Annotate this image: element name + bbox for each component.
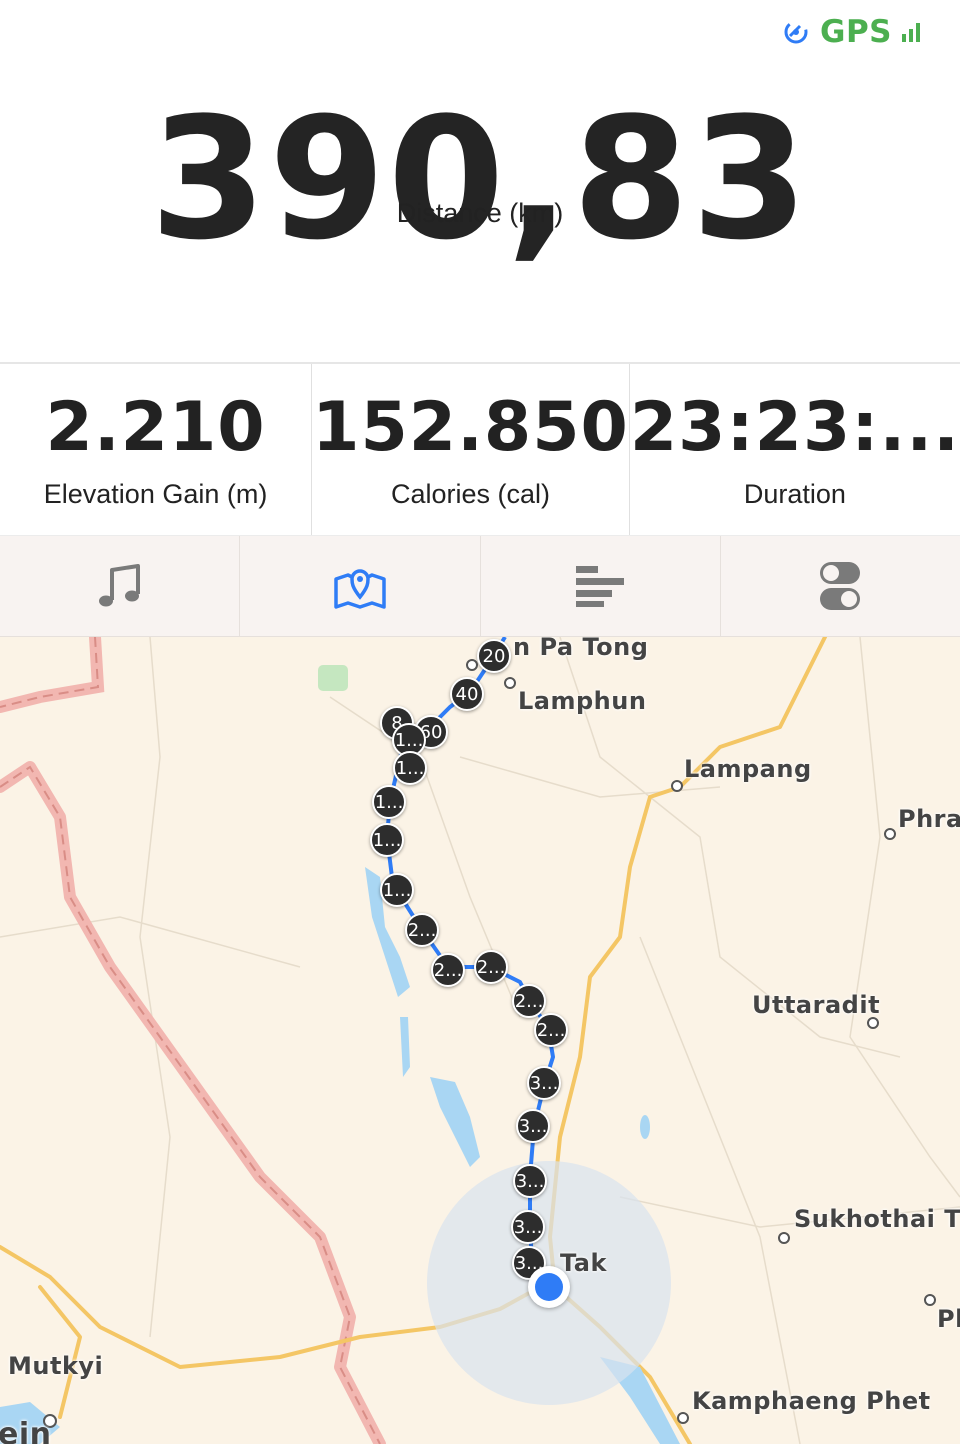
place-label: Tak: [560, 1249, 607, 1277]
tab-map[interactable]: [240, 536, 481, 636]
signal-bars-icon: [902, 22, 920, 42]
km-marker[interactable]: 2...: [474, 950, 508, 984]
map-pin-icon: [334, 569, 386, 609]
km-marker[interactable]: 1...: [380, 873, 414, 907]
stat-value: 23:23:...: [629, 388, 960, 467]
view-tabs: [0, 535, 960, 637]
toggles-icon: [820, 562, 861, 610]
km-marker[interactable]: 2...: [512, 984, 546, 1018]
place-label: Mutkyi: [8, 1352, 104, 1380]
km-marker[interactable]: 2...: [405, 913, 439, 947]
km-marker[interactable]: 40: [450, 677, 484, 711]
tab-settings[interactable]: [721, 536, 960, 636]
place-label: Kamphaeng Phet: [692, 1387, 931, 1415]
distance-label: Distance (km): [396, 198, 564, 228]
stat-duration: 23:23:... Duration: [630, 364, 960, 535]
satellite-icon: [784, 20, 808, 44]
place-label: Lamphun: [518, 687, 647, 715]
distance-block: 390,83: [0, 95, 960, 263]
km-marker[interactable]: 2...: [431, 953, 465, 987]
stats-row: 2.210 Elevation Gain (m) 152.850 Calorie…: [0, 362, 960, 535]
km-marker[interactable]: 3...: [513, 1164, 547, 1198]
map-base: [0, 637, 960, 1444]
gps-label: GPS: [820, 14, 892, 50]
stat-label: Calories (cal): [390, 479, 551, 509]
km-marker[interactable]: 20: [477, 639, 511, 673]
place-label: n Pa Tong: [513, 637, 649, 661]
music-note-icon: [98, 564, 140, 607]
stat-value: 2.210: [45, 388, 266, 467]
place-label: Lampang: [684, 755, 812, 783]
stat-label: Duration: [743, 479, 846, 509]
place-label: Ph: [937, 1305, 960, 1333]
km-marker[interactable]: 1...: [372, 785, 406, 819]
tab-music[interactable]: [0, 536, 241, 636]
stat-value: 152.850: [312, 388, 629, 467]
tab-splits[interactable]: [481, 536, 721, 636]
stat-label: Elevation Gain (m): [43, 479, 268, 509]
place-label: Uttaradit: [752, 991, 881, 1019]
current-location-dot: [528, 1266, 570, 1308]
km-marker[interactable]: 2...: [534, 1013, 568, 1047]
splits-bars-icon: [576, 566, 625, 607]
route-map[interactable]: n Pa Tong Lamphun Lampang Phrae Uttaradi…: [0, 637, 960, 1444]
stat-elevation: 2.210 Elevation Gain (m): [0, 364, 313, 535]
km-marker[interactable]: 3...: [511, 1210, 545, 1244]
stat-calories: 152.850 Calories (cal): [312, 364, 630, 535]
place-label: Sukhothai Th: [794, 1205, 960, 1233]
km-marker[interactable]: 3...: [527, 1066, 561, 1100]
km-marker[interactable]: 3...: [516, 1109, 550, 1143]
km-marker[interactable]: 1...: [370, 823, 404, 857]
distance-value: 390,83: [149, 81, 811, 277]
place-label: Phrae: [898, 805, 960, 833]
gps-status: GPS: [782, 14, 920, 50]
place-label: ein: [0, 1417, 52, 1444]
km-marker[interactable]: 1...: [393, 751, 427, 785]
